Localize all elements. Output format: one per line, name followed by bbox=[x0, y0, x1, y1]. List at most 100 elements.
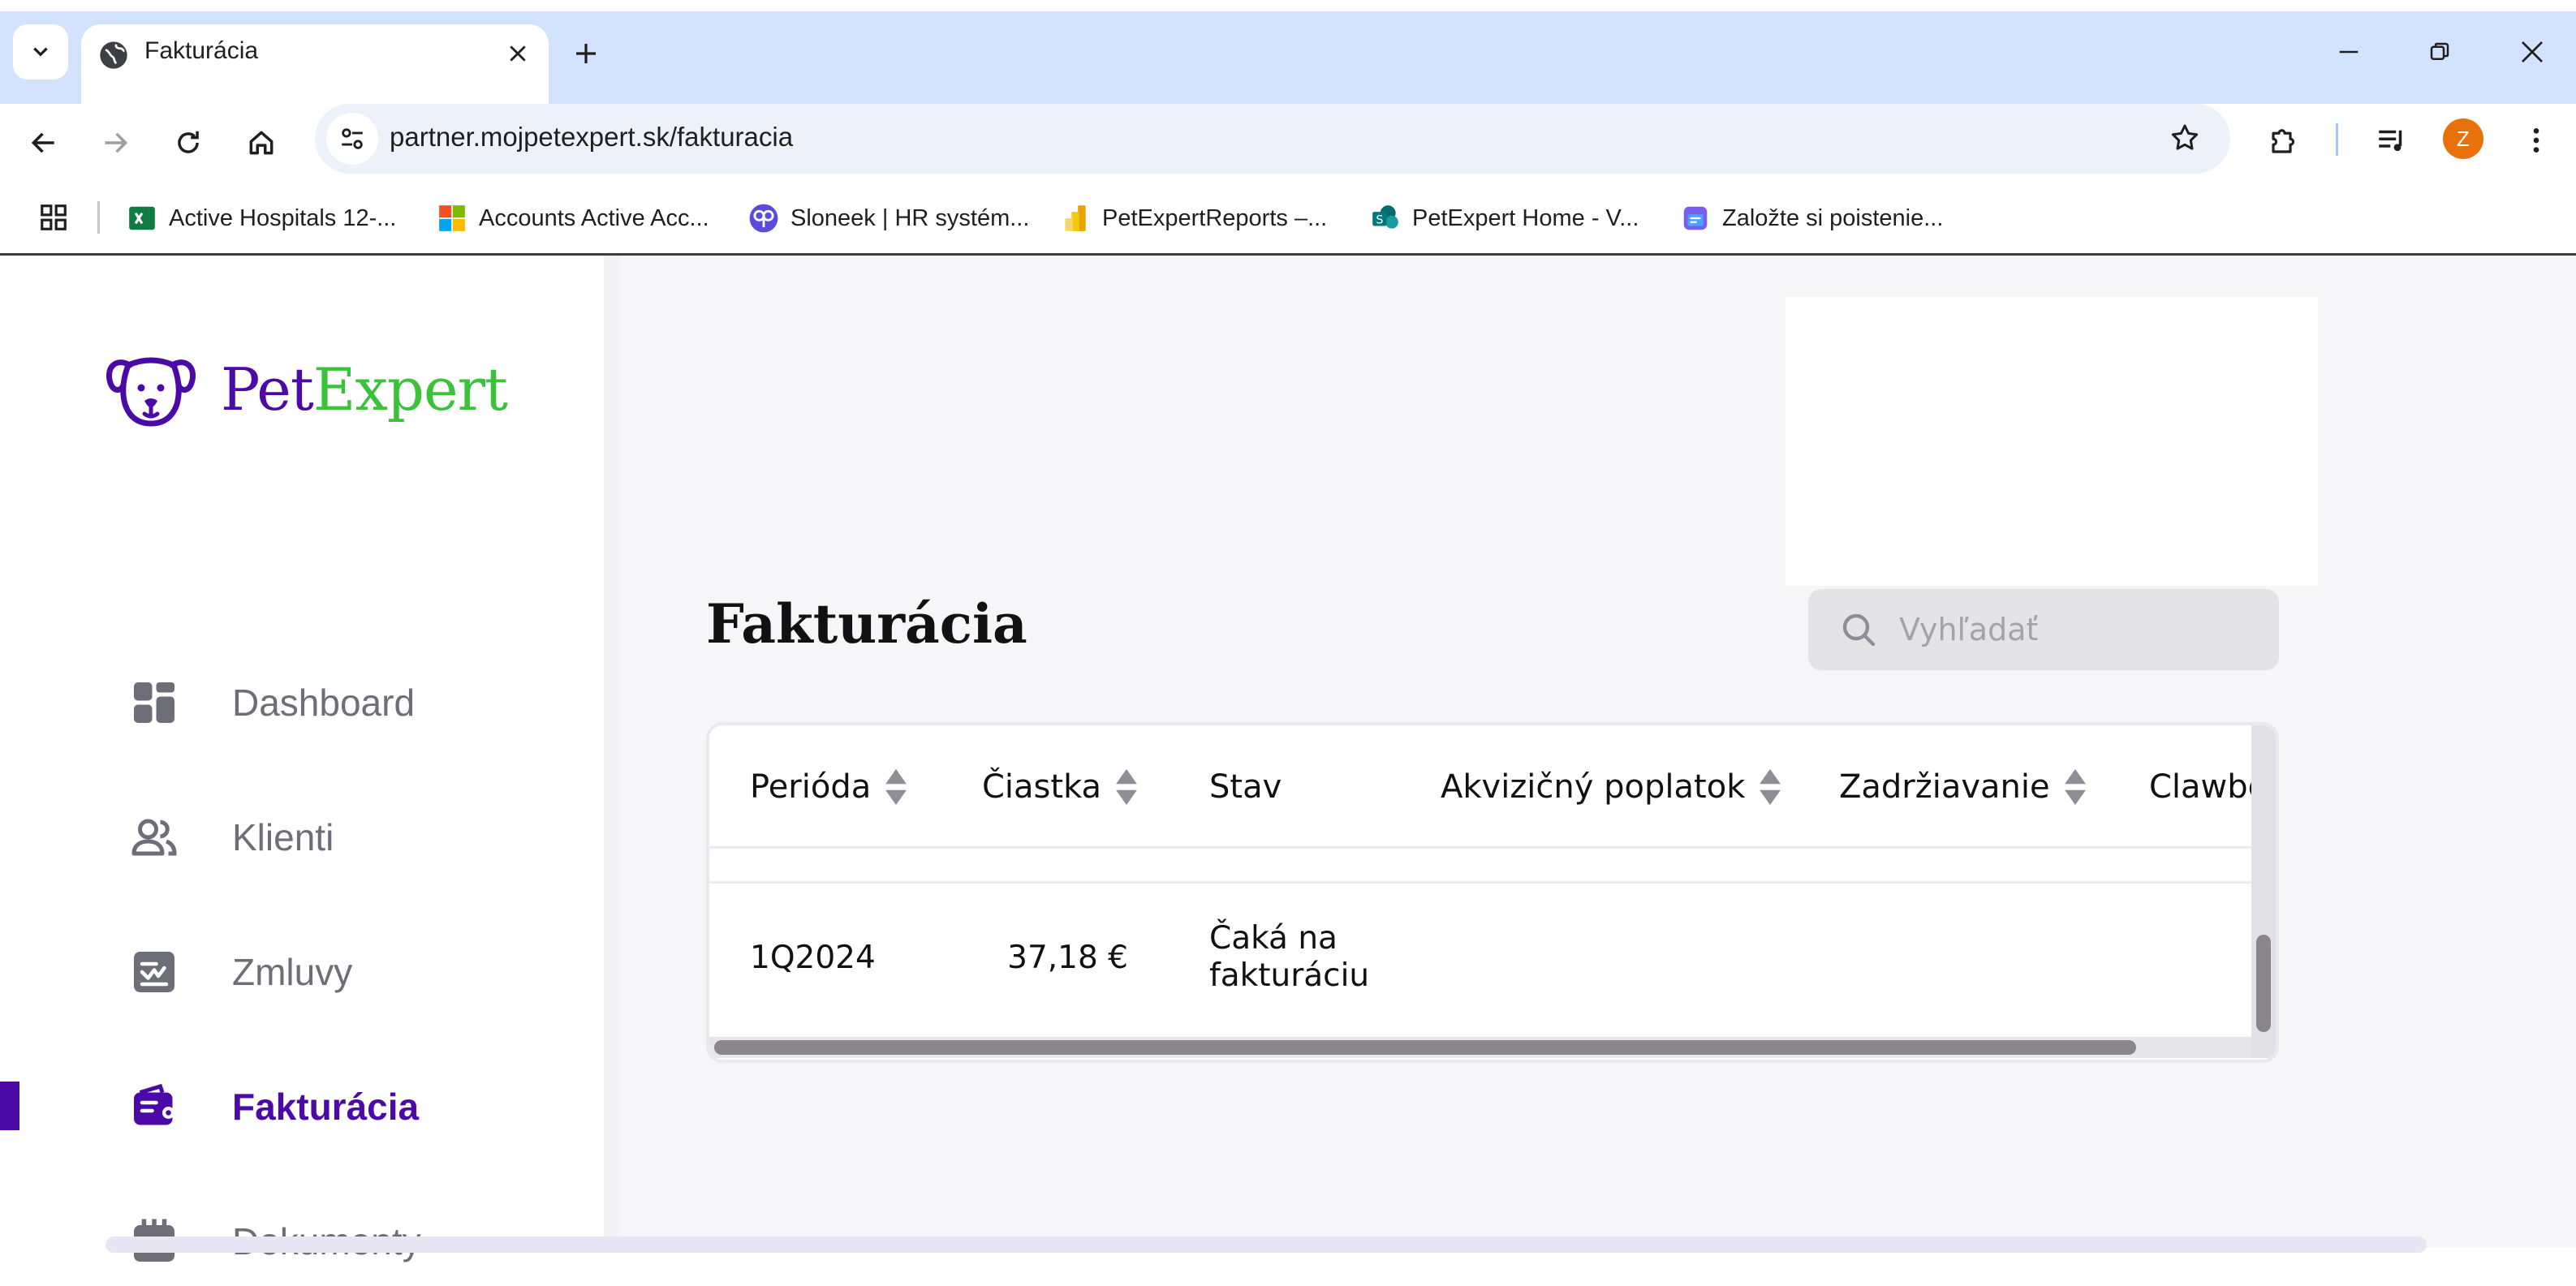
reload-icon bbox=[178, 131, 199, 153]
restore-button[interactable] bbox=[2407, 21, 2472, 83]
home-icon bbox=[249, 131, 274, 155]
sidebar-item-label: Dashboard bbox=[232, 682, 416, 724]
forward-button[interactable] bbox=[84, 112, 146, 174]
tune-icon bbox=[342, 128, 363, 149]
table-header: Perióda Čiastka Stav Akvizičný poplatok … bbox=[709, 725, 2251, 849]
excel-icon bbox=[127, 203, 157, 234]
puzzle-icon bbox=[2272, 129, 2295, 153]
dashboard-icon bbox=[130, 678, 179, 727]
sort-icon bbox=[885, 768, 907, 806]
back-button[interactable] bbox=[13, 112, 75, 174]
horizontal-scroll-thumb[interactable] bbox=[714, 1040, 2136, 1055]
more-vertical-icon bbox=[2533, 128, 2539, 153]
column-header-retention[interactable]: Zadržiavanie bbox=[1839, 763, 2087, 811]
column-header-clawback[interactable]: Clawbc bbox=[2149, 763, 2251, 811]
bookmark-item[interactable]: S PetExpert Home - V... bbox=[1370, 193, 1639, 243]
sidebar-item-contracts[interactable]: Zmluvy bbox=[0, 927, 604, 1017]
reload-button[interactable] bbox=[157, 112, 219, 174]
vertical-scroll-thumb[interactable] bbox=[2256, 935, 2271, 1032]
bookmark-item[interactable]: Založte si poistenie... bbox=[1680, 193, 1943, 243]
column-header-label: Zadržiavanie bbox=[1839, 768, 2050, 806]
wallet-icon bbox=[130, 1082, 179, 1131]
sidebar-divider bbox=[604, 256, 620, 1247]
bookmark-label: PetExpertReports –... bbox=[1102, 204, 1328, 231]
column-header-label: Clawbc bbox=[2149, 768, 2251, 806]
apps-button[interactable] bbox=[32, 196, 75, 239]
search-input[interactable] bbox=[1899, 605, 2256, 654]
cell-amount: 37,18 € bbox=[1007, 940, 1128, 976]
microsoft-icon bbox=[437, 203, 467, 234]
column-header-label: Perióda bbox=[750, 768, 872, 806]
dog-logo-icon bbox=[106, 357, 196, 427]
sort-icon bbox=[1116, 768, 1137, 806]
minimize-button[interactable] bbox=[2316, 21, 2381, 83]
column-header-label: Čiastka bbox=[982, 768, 1102, 806]
globe-icon bbox=[100, 41, 127, 69]
star-icon bbox=[2171, 124, 2199, 150]
row-divider bbox=[709, 881, 2251, 884]
home-button[interactable] bbox=[230, 112, 292, 174]
sidebar-item-label: Fakturácia bbox=[232, 1086, 420, 1128]
sidebar-item-clients[interactable]: Klienti bbox=[0, 793, 604, 882]
sidebar-item-label: Zmluvy bbox=[232, 951, 353, 993]
bookmark-label: Sloneek | HR systém... bbox=[790, 204, 1030, 231]
column-header-period[interactable]: Perióda bbox=[750, 763, 908, 811]
plus-icon bbox=[576, 44, 596, 63]
cell-status: Čaká na fakturáciu bbox=[1209, 920, 1369, 995]
tab-title: Fakturácia bbox=[144, 37, 259, 64]
blank-panel bbox=[1786, 297, 2318, 586]
users-icon bbox=[130, 813, 179, 862]
svg-text:S: S bbox=[1376, 213, 1383, 226]
bookmarks-separator bbox=[97, 201, 100, 234]
sidebar-item-dashboard[interactable]: Dashboard bbox=[0, 658, 604, 747]
new-tab-button[interactable] bbox=[560, 28, 612, 80]
tab-search-button[interactable] bbox=[13, 24, 68, 80]
petexpert-logo[interactable]: PetExpert bbox=[106, 349, 511, 430]
sort-icon bbox=[2064, 768, 2086, 806]
column-header-amount[interactable]: Čiastka bbox=[982, 763, 1139, 811]
browser-tab-active[interactable]: Fakturácia bbox=[81, 24, 549, 104]
logo-expert-text: Expert bbox=[312, 355, 508, 424]
page-title: Fakturácia bbox=[706, 592, 1027, 656]
column-header-acquisition-fee[interactable]: Akvizičný poplatok bbox=[1441, 763, 1782, 811]
bookmark-item[interactable]: Active Hospitals 12-... bbox=[127, 193, 396, 243]
bottom-banner-edge bbox=[106, 1237, 2427, 1253]
bookmark-star-button[interactable] bbox=[2160, 114, 2209, 162]
address-bar[interactable]: partner.mojpetexpert.sk/fakturacia bbox=[315, 104, 2230, 174]
minimize-icon bbox=[2339, 50, 2358, 54]
search-icon bbox=[1842, 613, 1876, 647]
media-control-button[interactable] bbox=[2363, 112, 2420, 169]
arrow-right-icon bbox=[105, 132, 128, 153]
active-indicator bbox=[0, 1082, 19, 1130]
cell-period: 1Q2024 bbox=[750, 940, 876, 976]
menu-button[interactable] bbox=[2508, 112, 2565, 169]
sidebar-item-label: Klienti bbox=[232, 816, 334, 858]
search-box[interactable] bbox=[1808, 589, 2279, 670]
contract-icon bbox=[130, 948, 179, 996]
bookmarks-bar: Active Hospitals 12-... Accounts Active … bbox=[0, 185, 2576, 253]
toolbar-separator bbox=[2336, 123, 2338, 156]
close-icon bbox=[510, 45, 526, 62]
close-icon bbox=[2522, 41, 2543, 62]
tab-bar-top-strip bbox=[0, 0, 2576, 11]
bookmark-label: Založte si poistenie... bbox=[1722, 204, 1944, 231]
form-icon bbox=[1680, 203, 1711, 234]
tab-close-button[interactable] bbox=[497, 32, 539, 75]
sharepoint-icon: S bbox=[1370, 203, 1401, 234]
billing-table: Perióda Čiastka Stav Akvizičný poplatok … bbox=[706, 722, 2279, 1063]
browser-tab-bar: Fakturácia bbox=[0, 0, 2576, 104]
playlist-icon bbox=[2379, 130, 2402, 152]
site-info-button[interactable] bbox=[326, 113, 378, 165]
column-header-label: Akvizičný poplatok bbox=[1441, 768, 1746, 806]
sloneek-icon bbox=[748, 203, 779, 234]
extensions-button[interactable] bbox=[2256, 112, 2313, 169]
profile-avatar[interactable]: Z bbox=[2443, 118, 2483, 159]
close-window-button[interactable] bbox=[2500, 21, 2565, 83]
bookmark-item[interactable]: Accounts Active Acc... bbox=[437, 193, 709, 243]
sidebar-item-billing[interactable]: Fakturácia bbox=[0, 1062, 604, 1151]
bookmark-item[interactable]: Sloneek | HR systém... bbox=[748, 193, 1029, 243]
bookmark-item[interactable]: PetExpertReports –... bbox=[1060, 193, 1327, 243]
logo-wordmark: PetExpert bbox=[221, 355, 508, 424]
sort-icon bbox=[1760, 768, 1781, 806]
status-line: fakturáciu bbox=[1209, 957, 1370, 994]
